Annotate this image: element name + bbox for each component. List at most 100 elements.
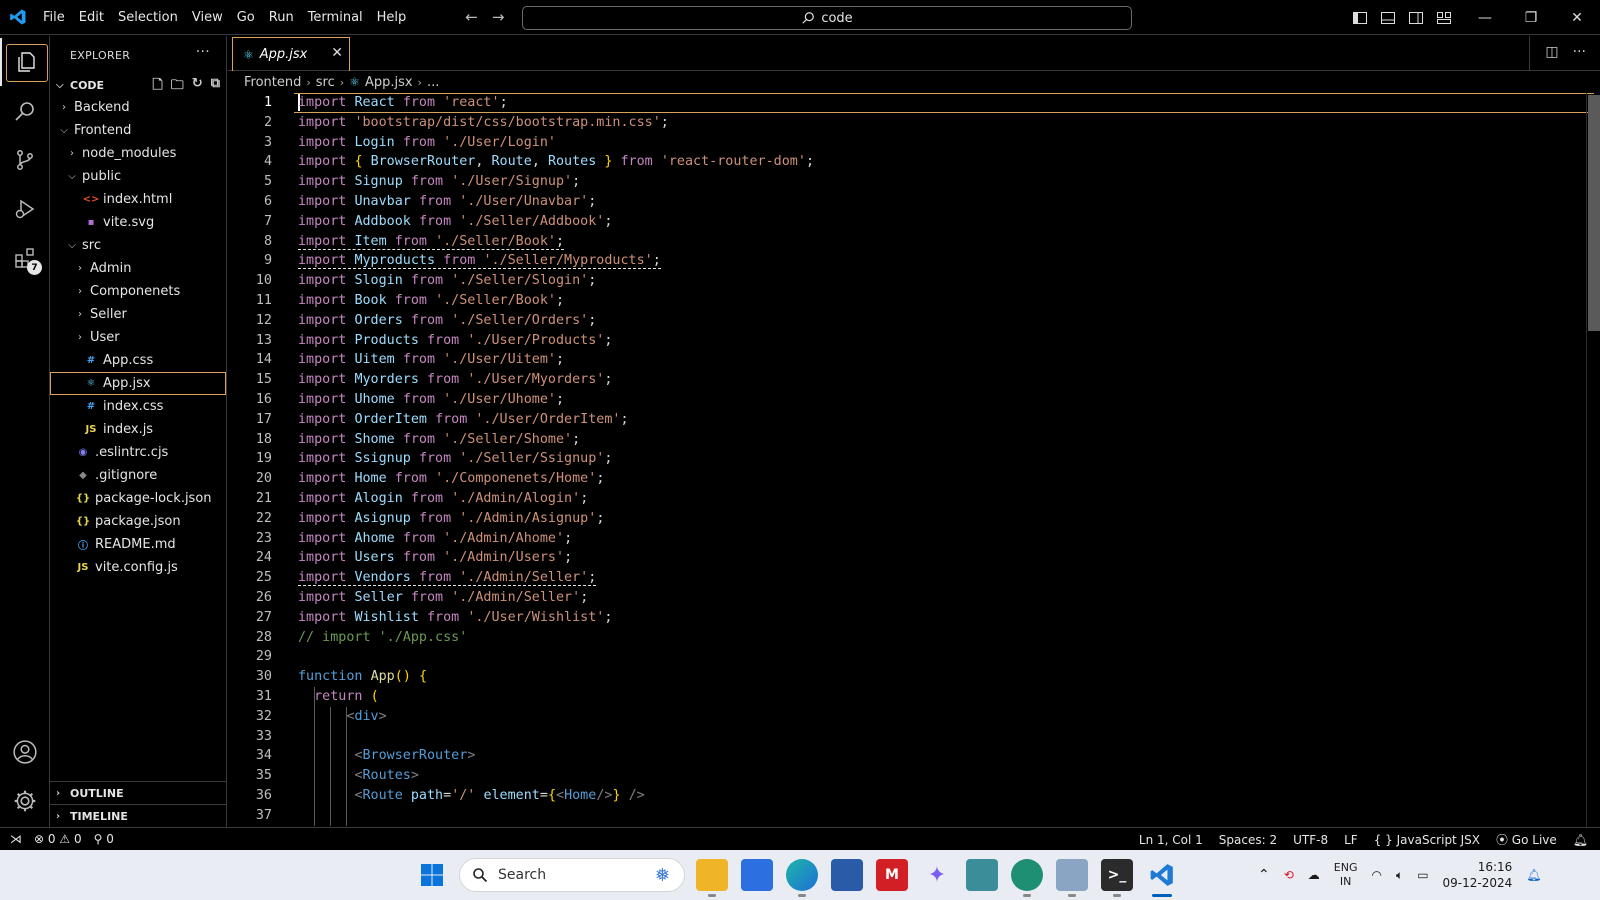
ports-indicator[interactable]: ⚲ 0 [94,832,114,846]
problems-indicator[interactable]: ⊗ 0 ⚠ 0 [34,832,82,846]
code-editor[interactable]: 1 import React from 'react'; 2 import 'boot… [228,93,1600,827]
volume-icon[interactable]: 🔈︎ [1396,868,1403,883]
source-control-activity[interactable] [0,136,50,184]
menu-view[interactable]: View [185,0,230,35]
tree-folder[interactable]: › Componenets [50,280,226,303]
mcafee-app-icon[interactable]: M [876,859,908,891]
collapse-all-icon[interactable]: ⧉ [211,76,220,98]
clock[interactable]: 16:16 09-12-2024 [1443,859,1513,891]
toggle-panel-icon[interactable] [1380,10,1396,26]
breadcrumb-item[interactable]: App.jsx [365,75,413,90]
notifications-bell-icon[interactable]: 🔔︎ [1573,833,1588,847]
editor-scrollbar[interactable] [1586,93,1600,827]
breadcrumb-item[interactable]: ... [427,75,439,90]
tree-file[interactable]: ⓘ README.md [50,533,226,556]
manage-activity[interactable] [0,777,50,825]
tree-file[interactable]: ⚛ App.jsx [50,372,226,395]
tree-file[interactable]: {} package.json [50,510,226,533]
command-center-search[interactable]: code [522,6,1132,30]
chart-app-icon[interactable] [1056,859,1088,897]
tree-file[interactable]: JS vite.config.js [50,556,226,579]
sync-icon[interactable]: ⟲ [1284,868,1294,882]
code-text: import Alogin from './Admin/Alogin'; [298,491,589,506]
vscode-app-icon[interactable] [1146,859,1178,897]
tree-file[interactable]: ◉ .eslintrc.cjs [50,441,226,464]
edge-browser-icon[interactable] [786,859,818,897]
onedrive-cloud-icon[interactable]: ☁ [1308,868,1320,882]
remote-icon[interactable]: ⋊ [10,832,22,846]
tree-folder[interactable]: ⌵ public [50,165,226,188]
new-folder-icon[interactable]: 🗀 [171,76,184,98]
scrollbar-thumb[interactable] [1588,95,1600,331]
forward-arrow-icon[interactable]: → [492,8,505,26]
breadcrumb-item[interactable]: Frontend [244,75,301,90]
line-number: 34 [255,748,272,764]
language-indicator[interactable]: ENG IN [1334,861,1358,889]
restore-icon[interactable]: ❐ [1508,0,1554,35]
notification-bell-icon[interactable]: 🔔︎ [1526,868,1541,882]
menu-terminal[interactable]: Terminal [301,0,370,35]
tree-file[interactable]: # App.css [50,349,226,372]
go-live-button[interactable]: ⦿ Go Live [1496,831,1557,848]
chevron-up-icon[interactable]: ⌃ [1258,867,1270,883]
menu-selection[interactable]: Selection [111,0,185,35]
extensions-activity[interactable]: 7 [0,234,50,282]
menu-run[interactable]: Run [262,0,301,35]
back-arrow-icon[interactable]: ← [465,8,478,26]
refresh-icon[interactable]: ↻ [192,76,203,98]
tree-file[interactable]: # index.css [50,395,226,418]
tree-folder[interactable]: › Admin [50,257,226,280]
tree-file[interactable]: JS index.js [50,418,226,441]
taskbar-search[interactable]: Search ❅ [459,858,685,892]
end-of-line[interactable]: LF [1344,833,1358,847]
customize-layout-icon[interactable] [1436,10,1452,26]
battery-icon[interactable]: ▭ [1417,868,1428,882]
menu-go[interactable]: Go [230,0,262,35]
tree-folder[interactable]: › User [50,326,226,349]
indentation[interactable]: Spaces: 2 [1219,833,1277,847]
outline-section-header[interactable]: › OUTLINE [50,781,226,804]
tree-file[interactable]: ▪ vite.svg [50,211,226,234]
tab-app-jsx[interactable]: ⚛ App.jsx ✕ [232,37,350,71]
menu-file[interactable]: File [36,0,72,35]
toggle-secondary-sidebar-icon[interactable] [1408,10,1424,26]
tree-folder[interactable]: › Seller [50,303,226,326]
accounts-activity[interactable] [0,728,50,776]
workbench-app-icon[interactable] [966,859,998,891]
file-explorer-app-icon[interactable] [696,859,728,897]
tree-folder[interactable]: ⌵ Frontend [50,119,226,142]
tree-folder[interactable]: › Backend [50,96,226,119]
split-editor-icon[interactable]: ◫ [1545,44,1558,60]
windows-start-icon[interactable] [416,859,448,891]
language-mode[interactable]: { } JavaScript JSX [1374,833,1480,847]
search-activity[interactable] [0,87,50,135]
menu-help[interactable]: Help [370,0,414,35]
more-actions-icon[interactable]: ··· [196,44,210,60]
menu-edit[interactable]: Edit [72,0,111,35]
store-app-icon[interactable] [831,859,863,891]
cursor-position[interactable]: Ln 1, Col 1 [1139,833,1203,847]
close-tab-icon[interactable]: ✕ [331,45,343,61]
terminal-app-icon[interactable]: >_ [1101,859,1133,897]
timeline-section-header[interactable]: › TIMELINE [50,804,226,827]
tree-file[interactable]: {} package-lock.json [50,487,226,510]
chatgpt-app-icon[interactable] [1011,859,1043,897]
new-file-icon[interactable]: 🗋 [152,76,162,98]
encoding[interactable]: UTF-8 [1293,833,1328,847]
js-file-icon: JS [77,562,89,573]
tree-file[interactable]: ◆ .gitignore [50,464,226,487]
tree-file[interactable]: <> index.html [50,188,226,211]
run-debug-activity[interactable] [0,185,50,233]
toggle-primary-sidebar-icon[interactable] [1352,10,1368,26]
workspace-section-header[interactable]: ⌵ CODE 🗋 🗀 ↻ ⧉ [50,74,226,96]
copilot-app-icon[interactable]: ✦ [921,859,953,891]
explorer-activity[interactable] [0,38,50,86]
minimize-icon[interactable]: — [1462,0,1508,35]
editor-more-actions-icon[interactable]: ··· [1573,44,1586,60]
close-window-icon[interactable]: ✕ [1554,0,1600,35]
tree-folder[interactable]: ⌵ src [50,234,226,257]
wifi-icon[interactable]: ◠ [1372,868,1382,882]
docs-app-icon[interactable] [741,859,773,891]
breadcrumb-item[interactable]: src [316,75,335,90]
tree-folder[interactable]: › node_modules [50,142,226,165]
